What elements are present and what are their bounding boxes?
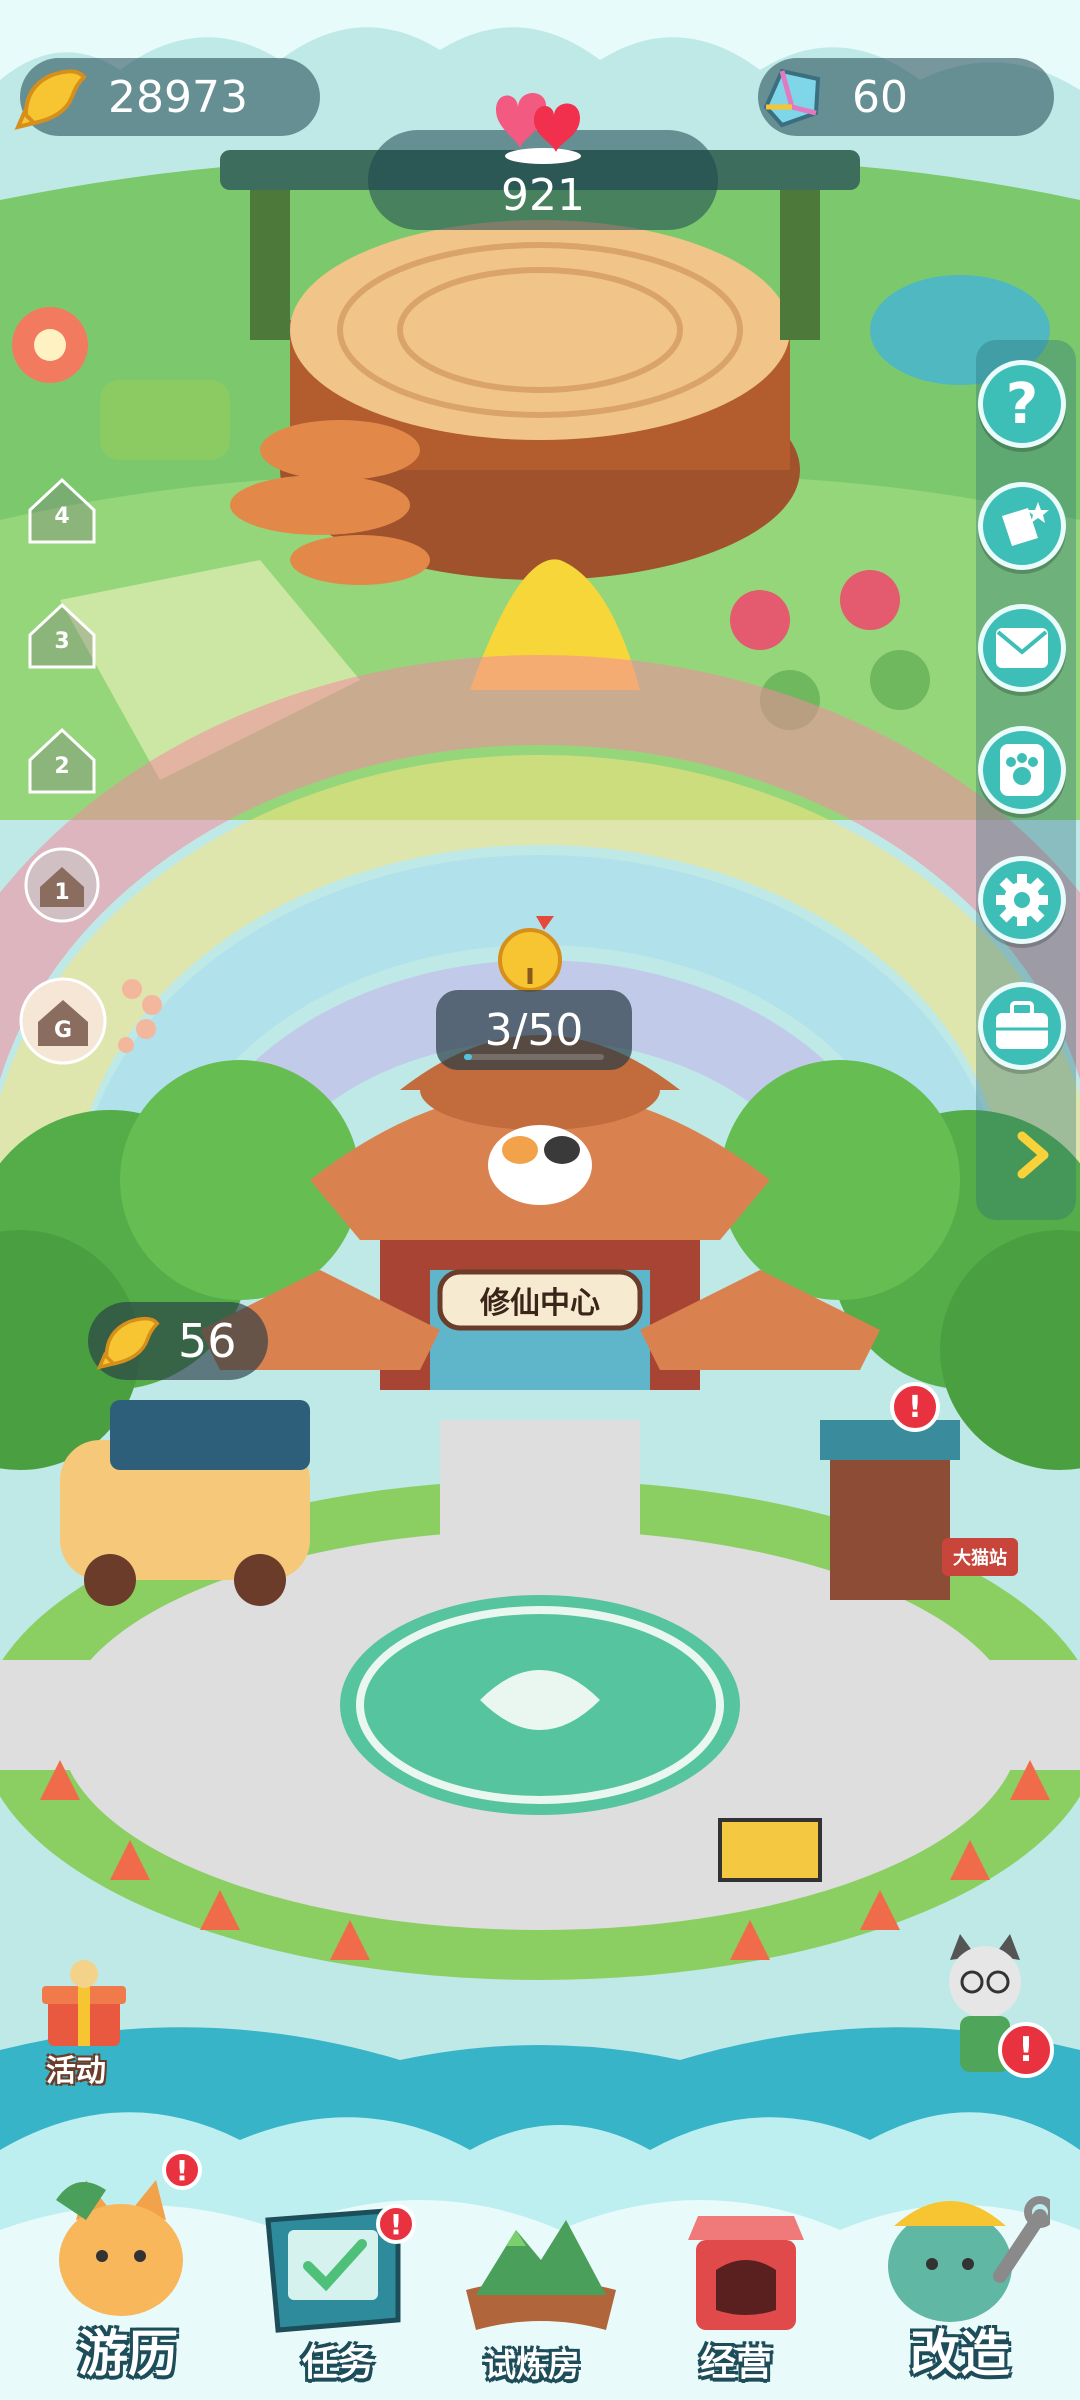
cats-button[interactable] [978, 726, 1066, 814]
paw-card-icon [1000, 744, 1044, 796]
bell-icon [498, 916, 562, 992]
gem-amount: 60 [852, 71, 908, 123]
alert-badge: ! [998, 2022, 1054, 2078]
floor-label: 1 [54, 879, 70, 905]
floor-button-3[interactable]: 3 [22, 595, 102, 675]
floor-button-g[interactable]: G [18, 976, 108, 1066]
floor-button-2[interactable]: 2 [22, 720, 102, 800]
bus-stop-sign-text: 大猫站 [953, 1548, 1007, 1569]
mail-icon [996, 628, 1048, 668]
gate-progress-text: 3/50 [484, 1004, 584, 1056]
gate-progress[interactable]: 3/50 [436, 990, 632, 1070]
coin-amount: 28973 [108, 71, 248, 123]
floor-label: 2 [54, 753, 70, 779]
settings-button[interactable] [978, 856, 1066, 944]
nav-tasks-label: 任务 [302, 2343, 375, 2384]
chevron-right-icon [1017, 1131, 1049, 1179]
briefcase-icon [996, 1001, 1048, 1049]
activity-button[interactable]: 活动 [28, 1960, 138, 2090]
scene-background [0, 0, 1080, 2400]
question-icon: ? [1005, 371, 1039, 437]
star-card-icon [1002, 502, 1049, 546]
gem-counter[interactable]: 60 [758, 58, 1054, 136]
floor-label: G [53, 1017, 73, 1043]
nav-upgrade[interactable]: 改造 [860, 2140, 1060, 2400]
floor-label: 3 [54, 628, 70, 654]
bus-stop-alert[interactable]: ! [890, 1382, 940, 1432]
activity-label: 活动 [46, 2054, 106, 2089]
nav-tasks[interactable]: ! 任务 [250, 2180, 420, 2400]
food-truck-coin-amount: 56 [178, 1314, 237, 1368]
gift-box-icon [42, 1960, 126, 2046]
bus-stop-sign[interactable]: 大猫站 [942, 1538, 1018, 1576]
gear-icon [996, 874, 1048, 926]
nav-business[interactable]: 经营 [660, 2180, 830, 2400]
gate-progress-fill [464, 1054, 473, 1060]
heart-amount: 921 [501, 169, 585, 221]
gate-sign-text: 修仙中心 [480, 1286, 600, 1321]
floor-button-4[interactable]: 4 [22, 470, 102, 550]
character-alert-button[interactable]: ! [930, 1930, 1060, 2090]
bag-button[interactable] [978, 982, 1066, 1070]
gate-sign: 修仙中心 [450, 1280, 630, 1321]
expand-sidebar-button[interactable] [1004, 1120, 1064, 1190]
nav-upgrade-label: 改造 [910, 2325, 1010, 2383]
mail-button[interactable] [978, 604, 1066, 692]
nav-trial-label: 试炼房 [484, 2346, 581, 2384]
collection-button[interactable] [978, 482, 1066, 570]
rainbow-gem-icon [763, 68, 821, 128]
shop-icon [688, 2216, 804, 2330]
nav-travel[interactable]: ! 游历 [30, 2140, 210, 2400]
mountain-book-icon [466, 2220, 616, 2330]
nav-travel-label: 游历 [78, 2325, 178, 2383]
food-truck-coin-bubble[interactable]: 56 [88, 1302, 268, 1380]
nav-business-label: 经营 [700, 2343, 773, 2384]
fish-coin-icon [14, 69, 87, 130]
nav-trial[interactable]: 试炼房 [440, 2180, 640, 2400]
travel-alert-badge: ! [162, 2150, 202, 2190]
help-button[interactable]: ? [978, 360, 1066, 448]
game-scene: 28973 60 921 4 3 2 1 G ? 3/50 修仙中心 56 ! … [0, 0, 1080, 2400]
floor-label: 4 [54, 503, 70, 529]
coin-counter[interactable]: 28973 [14, 58, 320, 136]
hearts-icon [496, 93, 581, 164]
floor-button-1[interactable]: 1 [22, 845, 102, 925]
tasks-alert-badge: ! [376, 2204, 416, 2244]
gate-progress-bar [464, 1054, 604, 1060]
builder-cat-icon [888, 2196, 1050, 2322]
fish-coin-icon [96, 1316, 160, 1370]
paw-icon [118, 979, 162, 1053]
